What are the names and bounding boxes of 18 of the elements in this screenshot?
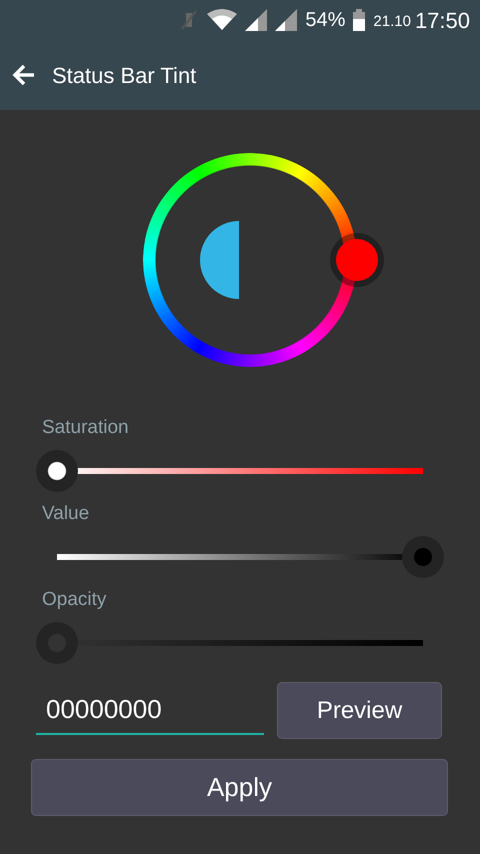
screen-title: Status Bar Tint	[52, 62, 196, 90]
apply-button[interactable]: Apply	[31, 759, 448, 816]
wifi-icon	[207, 9, 238, 31]
slider-label: Saturation	[42, 416, 130, 440]
back-icon[interactable]	[12, 64, 36, 86]
slider-thumb[interactable]	[36, 450, 78, 492]
battery-percent: 54%	[305, 8, 346, 33]
preview-button[interactable]: Preview	[277, 682, 442, 739]
battery-icon	[353, 9, 366, 31]
slider-thumb[interactable]	[402, 536, 444, 578]
slider-label: Value	[42, 502, 90, 526]
slider-label: Opacity	[42, 588, 108, 612]
status-time: 17:50	[414, 6, 470, 34]
mute-icon	[179, 9, 200, 31]
status-date: 21.10	[373, 12, 411, 32]
signal-icon	[245, 9, 268, 31]
color-input-field[interactable]: 00000000	[36, 686, 264, 735]
signal-icon	[275, 9, 298, 31]
